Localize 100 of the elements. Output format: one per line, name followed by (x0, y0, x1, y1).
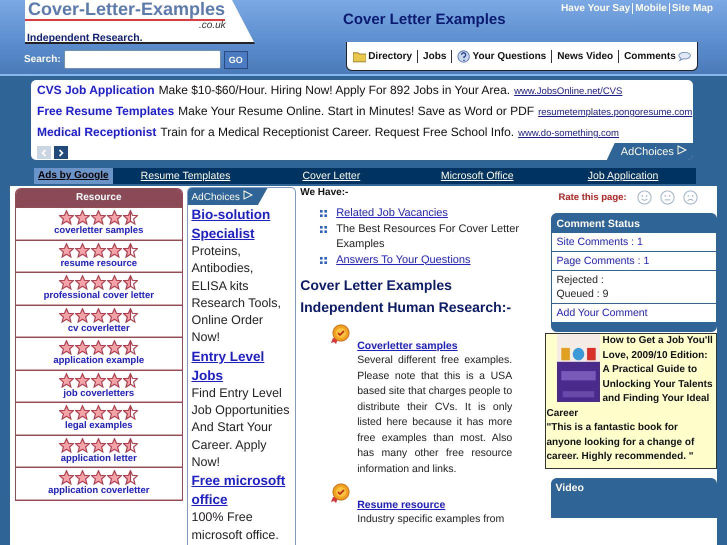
ad-link[interactable]: Resume Templates (112, 170, 258, 182)
resource-link[interactable]: resume resource (60, 258, 138, 269)
resource-link[interactable]: legal examples (64, 420, 133, 432)
logo[interactable]: Cover-Letter-Examples .co.uk Independent Research. (25, 0, 255, 44)
resource-link[interactable]: professional cover letter (44, 290, 154, 302)
entry-description: Several different free examples. Please note that this is a USA based site that charges people to distribute their CVs. It is only listed here because it has more free examples than most. Also has many other free resource information and links. (357, 353, 512, 476)
star-icon (107, 308, 122, 323)
star-icon (91, 470, 106, 486)
star-icon (123, 242, 138, 258)
resource-link[interactable]: coverletter samples (54, 225, 144, 236)
ad-title[interactable]: CVS Job Application (37, 83, 155, 97)
question-icon (457, 50, 471, 62)
panel-title: Video (554, 480, 585, 496)
resource-link[interactable]: job coverletters (63, 388, 134, 399)
ad-link[interactable]: Microsoft Office (404, 170, 550, 182)
star-icon (91, 242, 106, 258)
search-label: Search: (24, 54, 61, 65)
ads-by-google-label[interactable]: Ads by Google (34, 168, 113, 184)
star-icon (59, 275, 74, 290)
resource-link[interactable]: application letter (60, 452, 137, 464)
search-field[interactable] (64, 50, 221, 69)
ad-text: 100% Free microsoft office. (192, 509, 280, 544)
nav-link[interactable]: Comments (624, 50, 676, 62)
award-badge-icon (330, 324, 350, 344)
ad-url[interactable]: www.do-something.com (518, 128, 619, 139)
star-icon (59, 470, 74, 486)
logo-domain: .co.uk (199, 21, 226, 31)
entry-link[interactable]: Resume resource (357, 499, 446, 511)
star-icon (75, 470, 90, 486)
star-icon (123, 470, 138, 486)
link[interactable]: Answers To Your Questions (336, 252, 471, 268)
ad-link[interactable]: Job Application (550, 170, 696, 182)
star-icon (59, 438, 74, 453)
ad-title[interactable]: Free Resume Templates (37, 104, 174, 118)
star-icon (75, 210, 90, 226)
ad-link[interactable]: Cover Letter (258, 170, 404, 182)
neutral-face-icon[interactable] (660, 190, 675, 204)
star-icon (75, 308, 90, 323)
star-icon (91, 210, 106, 226)
star-icon (75, 372, 90, 388)
link[interactable]: Related Job Vacancies (336, 206, 448, 222)
star-icon (59, 372, 74, 388)
go-button[interactable]: GO (224, 50, 248, 68)
sad-face-icon[interactable] (682, 190, 698, 204)
panel-title: Comment Status (555, 217, 641, 232)
ad-title[interactable]: Entry Level Jobs (192, 346, 292, 385)
logo-title: Cover-Letter-Examples (25, 0, 226, 21)
star-icon (123, 438, 138, 453)
star-icon (59, 340, 74, 356)
ad-text: Make $10-$60/Hour. Hiring Now! Apply For 892 Jobs in Your Area. (158, 83, 510, 97)
star-icon (107, 210, 122, 226)
nav-link[interactable]: Your Questions (472, 50, 546, 62)
star-icon (107, 242, 122, 258)
bullet-icon (320, 226, 328, 232)
star-icon (107, 372, 122, 388)
ad-url[interactable]: resumetemplates.pongoresume.com (538, 107, 692, 118)
star-icon (123, 308, 138, 323)
star-icon (107, 470, 122, 486)
adchoices-link[interactable]: AdChoices (606, 143, 693, 160)
site-title: Cover Letter Examples (343, 11, 506, 28)
ad-title[interactable]: Medical Receptionist (37, 125, 156, 139)
ad-title[interactable]: Free microsoft office (192, 471, 292, 510)
star-icon (59, 308, 74, 323)
page-heading: Independent Human Research:- (300, 298, 512, 317)
list-text: The Best Resources For Cover Letter Examples (336, 222, 520, 252)
next-button[interactable] (54, 146, 68, 159)
ad-title[interactable]: Bio-solution Specialist (192, 205, 292, 243)
star-icon (123, 340, 138, 356)
entry-link[interactable]: Coverletter samples (357, 340, 458, 352)
bullet-icon (320, 256, 328, 264)
resource-link[interactable]: application coverletter (48, 485, 150, 496)
star-icon (107, 405, 122, 420)
rate-label: Rate this page: (558, 192, 627, 202)
star-icon (91, 308, 106, 323)
resource-link[interactable]: cv coverletter (68, 322, 130, 334)
smiley-icon[interactable] (636, 190, 652, 204)
chevron-right-icon (57, 148, 65, 156)
ad-text: Make Your Resume Online. Start in Minutes! Save as Word or PDF (178, 104, 534, 118)
book-title[interactable]: How to Get a Job You'll Love, 2009/10 Edition: A Practical Guide to Unlocking Your Talents and Finding Your Ideal Career (546, 334, 714, 421)
page-heading: Cover Letter Examples (300, 276, 452, 295)
comment-count: Rejected : (556, 273, 605, 287)
ad-text: Train for a Medical Receptionist Career. Request Free School Info. (160, 125, 514, 139)
star-icon (107, 340, 122, 356)
nav-link[interactable]: Jobs (423, 50, 446, 62)
resource-link[interactable]: application example (53, 355, 144, 366)
star-icon (123, 405, 138, 420)
ad-url[interactable]: www.JobsOnline.net/CVS (514, 86, 622, 97)
star-icon (75, 438, 90, 453)
star-icon (107, 438, 122, 453)
star-icon (75, 275, 90, 290)
adchoices-tab[interactable]: AdChoices (188, 188, 268, 205)
nav-link[interactable]: Directory (368, 50, 412, 62)
nav-link[interactable]: News Video (557, 50, 614, 62)
star-icon (91, 275, 106, 290)
entry-description: Industry specific examples from (357, 512, 506, 527)
star-icon (123, 210, 138, 226)
star-icon (91, 405, 106, 420)
star-icon (91, 372, 106, 388)
ad-text: Proteins, Antibodies, ELISA kits Research Tools, Online Order Now! (192, 243, 282, 346)
section-label: We Have:- (300, 187, 350, 198)
